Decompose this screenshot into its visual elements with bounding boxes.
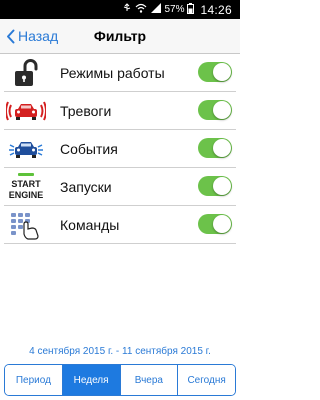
filter-row-alarms: Тревоги bbox=[0, 92, 240, 130]
period-segmented-control: Период Неделя Вчера Сегодня bbox=[4, 364, 236, 396]
toggle-knob bbox=[213, 215, 231, 233]
segment-period[interactable]: Период bbox=[5, 365, 63, 395]
toggle-knob bbox=[213, 63, 231, 81]
car-event-icon bbox=[4, 133, 48, 165]
lock-open-icon bbox=[4, 57, 48, 89]
filter-toggle[interactable] bbox=[198, 176, 232, 196]
status-bar: 57% 14:26 bbox=[0, 0, 240, 19]
back-button[interactable]: Назад bbox=[6, 19, 58, 53]
toggle-knob bbox=[213, 177, 231, 195]
battery-percent: 57% bbox=[164, 4, 185, 15]
filter-row-commands: Команды bbox=[0, 206, 240, 244]
nav-bar: Назад Фильтр bbox=[0, 19, 240, 54]
car-alarm-icon bbox=[4, 95, 48, 127]
start-engine-line-2: ENGINE bbox=[9, 190, 44, 200]
filter-label: Режимы работы bbox=[60, 65, 165, 81]
signal-icon bbox=[150, 3, 162, 16]
filter-label: Тревоги bbox=[60, 103, 112, 119]
start-engine-icon: START ENGINE bbox=[4, 171, 48, 203]
back-label: Назад bbox=[18, 28, 59, 44]
filter-toggle[interactable] bbox=[198, 100, 232, 120]
filter-toggle[interactable] bbox=[198, 214, 232, 234]
filter-row-modes: Режимы работы bbox=[0, 54, 240, 92]
toggle-knob bbox=[213, 139, 231, 157]
filter-label: Запуски bbox=[60, 179, 112, 195]
segment-yesterday[interactable]: Вчера bbox=[120, 365, 179, 395]
toggle-knob bbox=[213, 101, 231, 119]
status-clock: 14:26 bbox=[200, 2, 232, 17]
chevron-left-icon bbox=[7, 29, 15, 43]
keypad-hand-icon bbox=[4, 209, 48, 241]
filter-toggle[interactable] bbox=[198, 62, 232, 82]
filter-list: Режимы работы Тревоги События START ENGI… bbox=[0, 54, 240, 244]
filter-label: Команды bbox=[60, 217, 120, 233]
start-engine-line-1: START bbox=[11, 179, 41, 189]
date-range-label: 4 сентября 2015 г. - 11 сентября 2015 г. bbox=[29, 346, 211, 357]
filter-label: События bbox=[60, 141, 118, 157]
usb-icon bbox=[122, 3, 132, 16]
segment-week[interactable]: Неделя bbox=[62, 365, 121, 395]
segment-today[interactable]: Сегодня bbox=[178, 365, 235, 395]
filter-row-events: События bbox=[0, 130, 240, 168]
filter-toggle[interactable] bbox=[198, 138, 232, 158]
filter-row-starts: START ENGINE Запуски bbox=[0, 168, 240, 206]
wifi-icon bbox=[135, 3, 147, 16]
battery-icon bbox=[187, 2, 195, 17]
row-divider bbox=[4, 243, 236, 244]
